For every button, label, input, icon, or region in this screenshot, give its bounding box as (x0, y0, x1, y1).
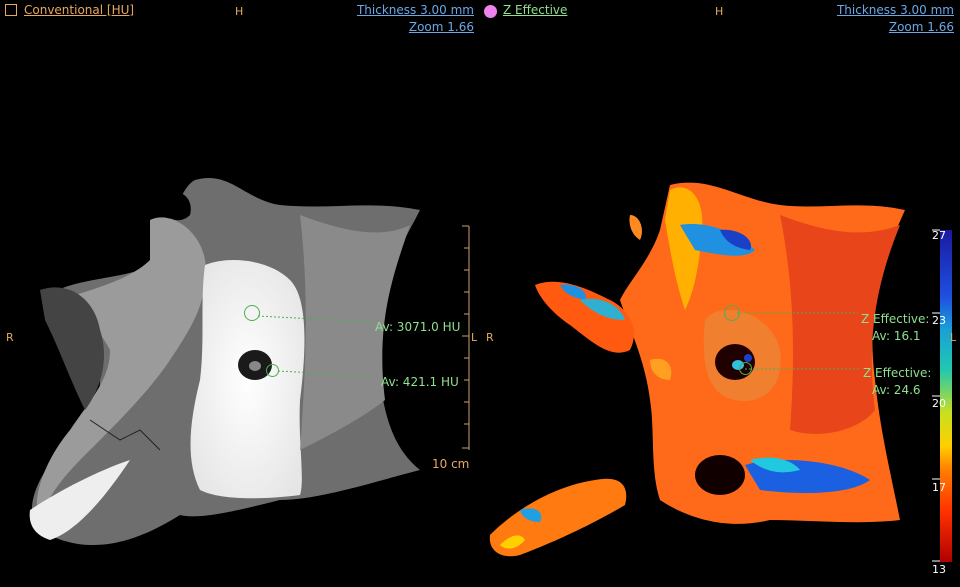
z-effective-colormap-image (489, 182, 952, 562)
scale-ruler-ticks (462, 225, 469, 449)
colorbar-label-13: 13 (932, 563, 946, 576)
series-color-dot[interactable] (484, 5, 497, 18)
roi-2-name: Z Effective: (863, 366, 932, 380)
orientation-left-label: L (950, 331, 957, 344)
thickness-label[interactable]: Thickness 3.00 mm (837, 3, 954, 17)
colorbar-label-20: 20 (932, 397, 946, 410)
scale-label: 10 cm (432, 457, 470, 471)
zoom-label[interactable]: Zoom 1.66 (409, 20, 474, 34)
colorbar-label-27: 27 (932, 229, 946, 242)
conventional-viewport[interactable]: Conventional [HU] H Thickness 3.00 mm Zo… (0, 0, 480, 587)
orientation-right-label: R (6, 331, 14, 344)
series-title-conventional[interactable]: Conventional [HU] (24, 3, 134, 17)
colorbar-label-17: 17 (932, 481, 946, 494)
colorbar (940, 230, 952, 562)
roi-circle-2[interactable] (739, 362, 752, 375)
ct-grayscale-image (29, 177, 470, 546)
orientation-right-label: R (486, 331, 494, 344)
roi-circle-1[interactable] (244, 305, 260, 321)
colorbar-label-23: 23 (932, 314, 946, 327)
zoom-label[interactable]: Zoom 1.66 (889, 20, 954, 34)
roi-1-value: Av: 3071.0 HU (375, 320, 461, 334)
orientation-left-label: L (471, 331, 478, 344)
roi-circle-2[interactable] (266, 364, 279, 377)
thickness-label[interactable]: Thickness 3.00 mm (357, 3, 474, 17)
orientation-top-label: H (235, 5, 244, 18)
series-title-z-effective[interactable]: Z Effective (503, 3, 567, 17)
roi-1-value: Av: 16.1 (872, 329, 921, 343)
roi-1-name: Z Effective: (861, 312, 930, 326)
layer-toggle-checkbox[interactable] (5, 4, 17, 16)
orientation-top-label: H (715, 5, 724, 18)
colorbar-ticks (932, 229, 940, 562)
z-effective-viewport[interactable]: Z Effective H Thickness 3.00 mm Zoom 1.6… (480, 0, 960, 587)
roi-2-value: Av: 24.6 (872, 383, 921, 397)
roi-circle-1[interactable] (724, 305, 740, 321)
roi-2-value: Av: 421.1 HU (381, 375, 459, 389)
